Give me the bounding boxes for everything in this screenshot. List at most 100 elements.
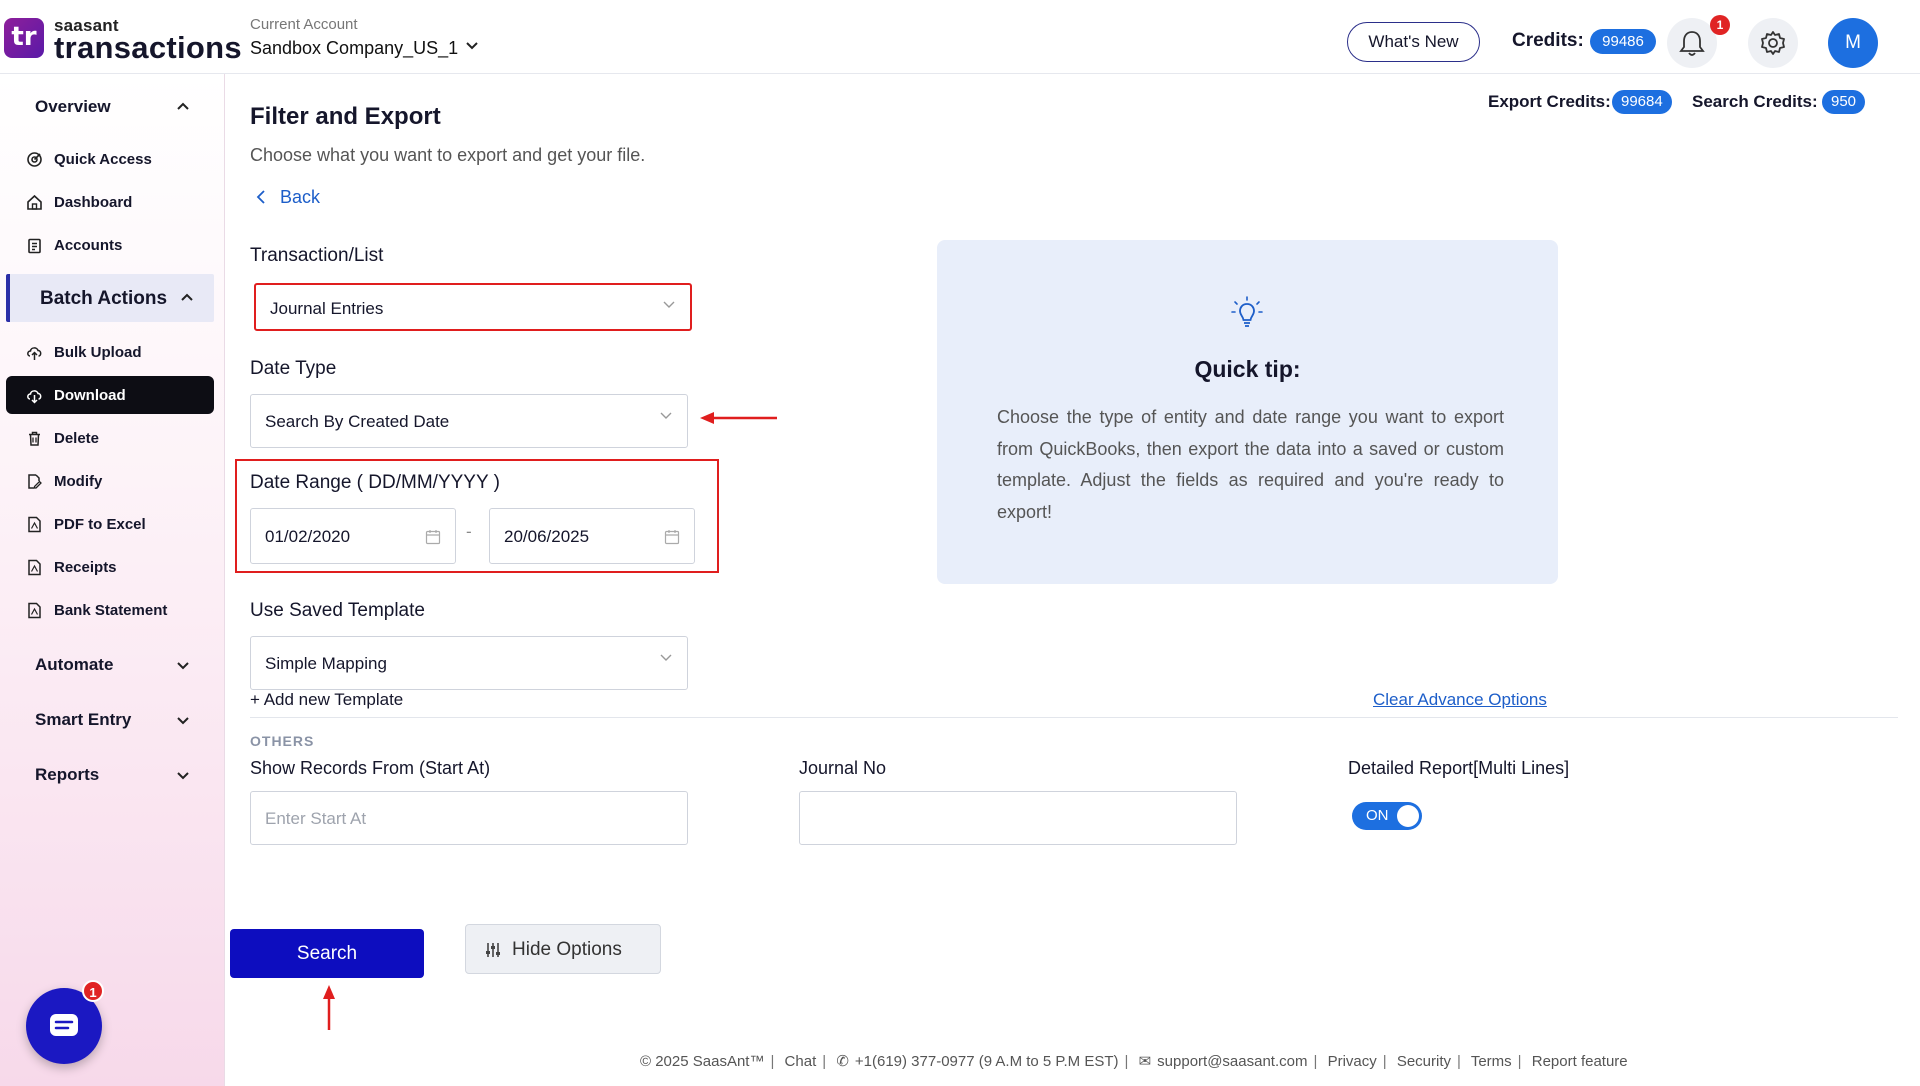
date-type-label: Date Type: [250, 358, 337, 379]
sidebar-group-smart-entry[interactable]: Smart Entry: [0, 697, 215, 741]
sidebar-item-label: Receipts: [54, 559, 117, 576]
receipt-icon: [28, 559, 41, 576]
pdf-file-icon: [28, 516, 41, 533]
chevron-down-icon: [177, 717, 189, 725]
top-header: tr saasant transactions Current Account …: [0, 0, 1920, 74]
sidebar-item-label: PDF to Excel: [54, 516, 146, 533]
user-avatar[interactable]: M: [1828, 18, 1878, 68]
sidebar-item-modify[interactable]: Modify: [6, 462, 214, 500]
search-credits-badge: 950: [1822, 90, 1866, 114]
sidebar-item-bank-statement[interactable]: Bank Statement: [6, 591, 214, 629]
sidebar-item-accounts[interactable]: Accounts: [6, 226, 214, 264]
footer-email-link[interactable]: support@saasant.com: [1157, 1053, 1307, 1070]
search-credits-label: Search Credits:: [1692, 92, 1818, 111]
quick-tip-body: Choose the type of entity and date range…: [997, 407, 1504, 522]
calendar-icon[interactable]: [425, 529, 441, 545]
footer-phone[interactable]: +1(619) 377-0977 (9 A.M to 5 P.M EST): [855, 1053, 1119, 1070]
date-type-select[interactable]: Search By Created Date: [250, 394, 688, 448]
saved-template-select[interactable]: Simple Mapping: [250, 636, 688, 690]
transaction-list-value: Journal Entries: [270, 299, 384, 318]
footer-copyright: © 2025 SaasAnt™: [640, 1053, 765, 1070]
chevron-down-icon[interactable]: [464, 38, 480, 54]
transaction-list-select[interactable]: Journal Entries: [254, 283, 692, 331]
logo-big-text[interactable]: transactions: [54, 30, 242, 66]
sidebar-item-pdf-to-excel[interactable]: PDF to Excel: [6, 505, 214, 543]
journal-no-input[interactable]: [799, 791, 1237, 845]
clear-advance-options-link[interactable]: Clear Advance Options: [1373, 690, 1547, 710]
chevron-down-icon: [663, 301, 675, 308]
detailed-report-toggle[interactable]: ON: [1352, 802, 1422, 830]
toggle-state-label: ON: [1366, 807, 1389, 824]
date-range-separator: -: [466, 522, 472, 541]
date-to-input[interactable]: 20/06/2025: [489, 508, 695, 564]
footer-privacy-link[interactable]: Privacy: [1328, 1053, 1377, 1070]
section-divider: [250, 717, 1898, 718]
search-button[interactable]: Search: [230, 929, 424, 978]
quick-tip-title: Quick tip:: [1194, 356, 1301, 382]
sidebar-group-overview[interactable]: Overview: [0, 84, 215, 128]
sidebar-group-reports[interactable]: Reports: [0, 752, 215, 796]
bank-statement-icon: [28, 602, 41, 619]
current-account-label: Current Account: [250, 16, 358, 33]
show-records-label: Show Records From (Start At): [250, 758, 491, 778]
sidebar-group-label: Overview: [35, 97, 111, 116]
sidebar-group-batch-actions[interactable]: Batch Actions: [6, 274, 214, 322]
sliders-icon: [486, 943, 500, 957]
chevron-down-icon: [177, 772, 189, 780]
toggle-knob: [1397, 805, 1419, 827]
date-type-value: Search By Created Date: [265, 412, 450, 431]
quick-tip-card: Quick tip: Choose the type of entity and…: [937, 240, 1558, 584]
sidebar-item-download[interactable]: Download: [6, 376, 214, 414]
sidebar-item-label: Quick Access: [54, 151, 152, 168]
footer-report-feature-link[interactable]: Report feature: [1532, 1053, 1628, 1070]
journal-no-label: Journal No: [799, 758, 887, 778]
date-to-value: 20/06/2025: [504, 527, 590, 546]
account-selector[interactable]: Sandbox Company_US_1: [250, 38, 458, 59]
add-new-template-link[interactable]: + Add new Template: [250, 690, 403, 710]
sidebar-group-label: Smart Entry: [35, 710, 132, 729]
sidebar-item-delete[interactable]: Delete: [6, 419, 214, 457]
date-from-value: 01/02/2020: [265, 527, 351, 546]
credits-label: Credits:: [1512, 30, 1584, 51]
export-credits-badge: 99684: [1612, 90, 1672, 114]
edit-file-icon: [28, 474, 42, 489]
footer: © 2025 SaasAnt™ | Chat | ✆ +1(619) 377-0977…: [640, 1053, 1628, 1070]
back-label: Back: [280, 187, 321, 207]
arrow-pointing-date-type: [700, 412, 777, 424]
sidebar-group-label: Reports: [35, 765, 100, 784]
settings-button[interactable]: [1748, 18, 1798, 68]
sidebar-group-automate[interactable]: Automate: [0, 642, 215, 686]
detailed-report-label: Detailed Report[Multi Lines]: [1348, 758, 1570, 778]
cloud-upload-icon: [27, 347, 42, 360]
hide-options-button[interactable]: Hide Options: [465, 924, 661, 974]
footer-terms-link[interactable]: Terms: [1471, 1053, 1512, 1070]
saved-template-label: Use Saved Template: [250, 600, 425, 621]
phone-icon: ✆: [836, 1053, 849, 1070]
clipboard-icon: [28, 238, 41, 254]
start-at-input[interactable]: Enter Start At: [250, 791, 688, 845]
arrow-pointing-search-button: [323, 985, 335, 1030]
chevron-down-icon: [660, 412, 672, 419]
lightbulb-icon: [1231, 296, 1263, 327]
page-subtitle: Choose what you want to export and get y…: [250, 145, 646, 165]
footer-chat-link[interactable]: Chat: [785, 1053, 817, 1070]
sidebar-item-quick-access[interactable]: Quick Access: [6, 140, 214, 178]
sidebar-item-dashboard[interactable]: Dashboard: [6, 183, 214, 221]
sidebar: Overview Quick Access Dashboard Accounts…: [0, 74, 225, 1086]
whats-new-button[interactable]: What's New: [1347, 22, 1480, 62]
page-title: Filter and Export: [250, 103, 441, 130]
sidebar-item-receipts[interactable]: Receipts: [6, 548, 214, 586]
date-range-label: Date Range ( DD/MM/YYYY ): [250, 472, 500, 493]
footer-security-link[interactable]: Security: [1397, 1053, 1451, 1070]
sidebar-item-label: Accounts: [54, 237, 123, 254]
others-section-tag: OTHERS: [250, 733, 315, 749]
sidebar-item-label: Dashboard: [54, 194, 133, 211]
transaction-list-label: Transaction/List: [250, 245, 384, 266]
logo-mark[interactable]: tr: [4, 18, 44, 58]
sidebar-item-label: Bank Statement: [54, 602, 168, 619]
chevron-down-icon: [660, 654, 672, 661]
sidebar-group-label: Automate: [35, 655, 114, 674]
calendar-icon[interactable]: [664, 529, 680, 545]
sidebar-item-bulk-upload[interactable]: Bulk Upload: [6, 333, 214, 371]
date-from-input[interactable]: 01/02/2020: [250, 508, 456, 564]
